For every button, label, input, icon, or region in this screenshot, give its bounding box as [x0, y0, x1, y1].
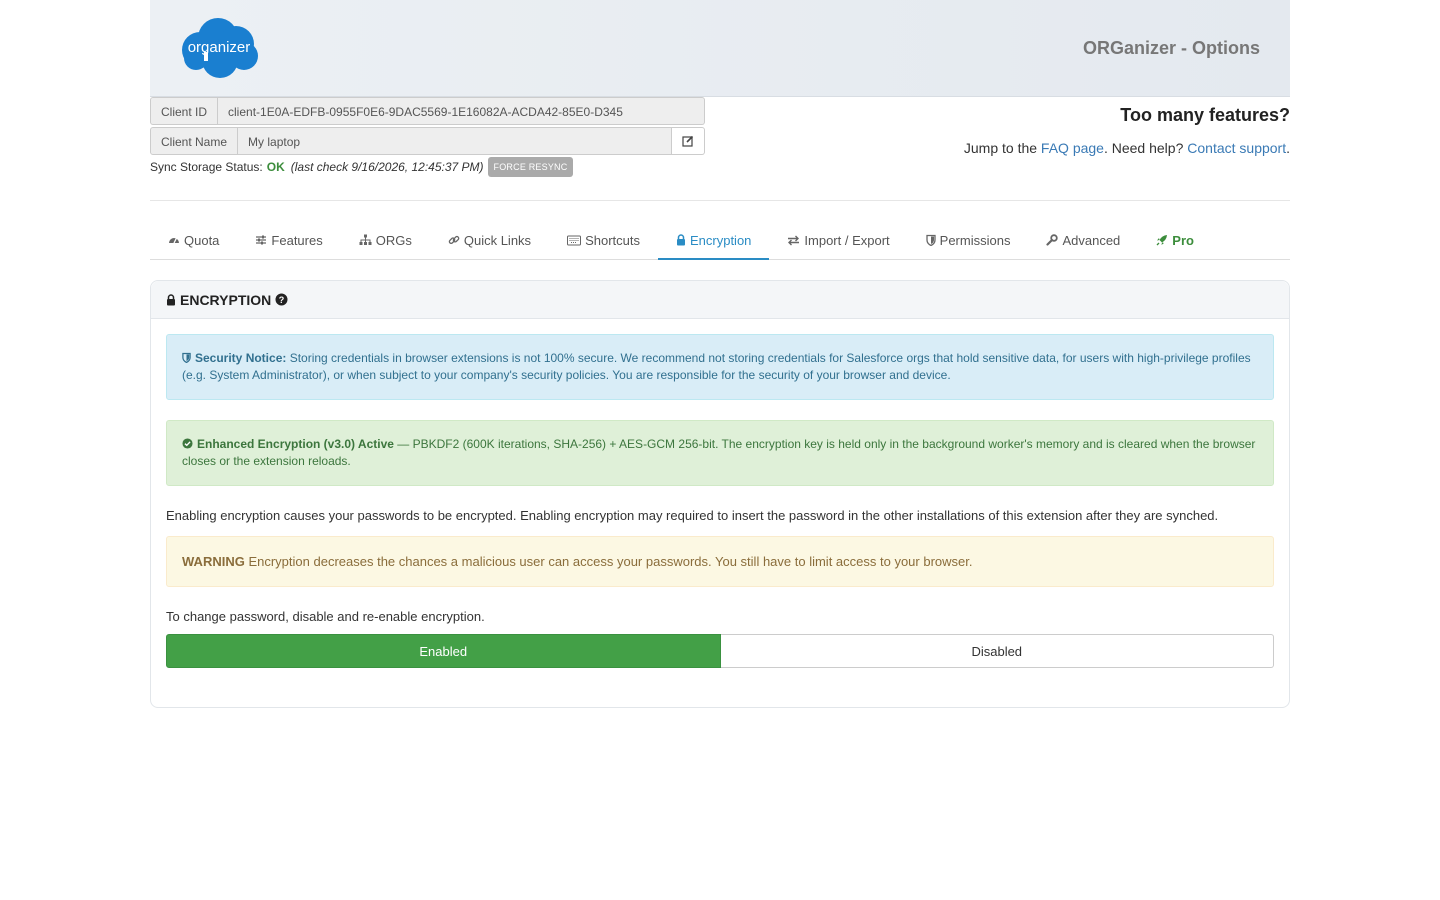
warning-alert: WARNING Encryption decreases the chances… — [166, 536, 1274, 587]
help-text: Jump to the FAQ page. Need help? Contact… — [964, 140, 1290, 156]
header: organizer ORGanizer - Options — [150, 0, 1290, 97]
divider — [150, 200, 1290, 201]
tab-permissions[interactable]: Permissions — [908, 222, 1029, 258]
security-notice-label: Security Notice: — [195, 351, 287, 365]
tab-quota[interactable]: Quota — [150, 222, 237, 258]
client-name-field[interactable]: My laptop — [238, 127, 672, 155]
link-icon — [448, 234, 460, 246]
edit-icon — [682, 135, 694, 147]
enhanced-label: Enhanced Encryption (v3.0) Active — [197, 437, 394, 451]
security-notice: Security Notice: Storing credentials in … — [166, 334, 1274, 400]
encryption-description: Enabling encryption causes your password… — [166, 508, 1219, 523]
dashboard-icon — [168, 234, 180, 246]
shield-icon — [182, 352, 191, 363]
contact-support-link[interactable]: Contact support — [1187, 140, 1286, 156]
sliders-icon — [255, 234, 267, 246]
help-box: Too many features? Jump to the FAQ page.… — [964, 105, 1290, 156]
encryption-panel: ENCRYPTION ? Security Notice: Storing cr… — [150, 280, 1290, 708]
client-name-label: Client Name — [150, 127, 239, 155]
tab-advanced[interactable]: Advanced — [1028, 222, 1138, 258]
tab-label: Features — [271, 232, 323, 248]
sync-status-value: OK — [266, 160, 285, 174]
disabled-button[interactable]: Disabled — [720, 634, 1274, 668]
lock-icon — [676, 234, 686, 246]
tab-encryption[interactable]: Encryption — [657, 222, 770, 260]
tab-bar: Quota Features ORGs Quick Links Shortcut… — [150, 222, 1290, 260]
tab-label: Pro — [1172, 232, 1194, 248]
edit-client-name-button[interactable] — [672, 127, 705, 155]
encryption-toggle: Enabled Disabled — [166, 634, 1274, 668]
exchange-icon — [787, 235, 800, 246]
client-id-label: Client ID — [150, 97, 219, 125]
tab-label: Quota — [184, 232, 220, 248]
warning-label: WARNING — [182, 554, 245, 569]
svg-text:?: ? — [279, 295, 285, 305]
tab-label: Encryption — [689, 232, 752, 248]
sync-status: Sync Storage Status: OK (last check 9/16… — [150, 157, 705, 177]
tab-orgs[interactable]: ORGs — [341, 222, 430, 258]
client-id-group: Client ID client-1E0A-EDFB-0955F0E6-9DAC… — [150, 97, 705, 125]
client-id-field[interactable]: client-1E0A-EDFB-0955F0E6-9DAC5569-1E160… — [218, 97, 705, 125]
tab-import-export[interactable]: Import / Export — [769, 222, 907, 258]
panel-heading: ENCRYPTION ? — [151, 281, 1289, 319]
client-name-group: Client Name My laptop — [150, 127, 705, 155]
tab-quick-links[interactable]: Quick Links — [430, 222, 549, 258]
check-circle-icon — [182, 438, 193, 449]
help-end: . — [1286, 140, 1290, 156]
tab-label: Quick Links — [463, 232, 532, 248]
client-info: Client ID client-1E0A-EDFB-0955F0E6-9DAC… — [150, 97, 705, 177]
tab-label: Shortcuts — [585, 232, 640, 248]
panel-body: Security Notice: Storing credentials in … — [151, 319, 1289, 683]
enabled-button[interactable]: Enabled — [166, 634, 721, 668]
enhanced-encryption-notice: Enhanced Encryption (v3.0) Active — PBKD… — [166, 420, 1274, 486]
change-password-hint: To change password, disable and re-enabl… — [166, 609, 485, 624]
sitemap-icon — [359, 234, 372, 246]
keyboard-icon — [567, 235, 582, 246]
tab-label: Permissions — [939, 232, 1011, 248]
wrench-icon — [1046, 234, 1059, 246]
faq-link[interactable]: FAQ page — [1041, 140, 1104, 156]
question-circle-icon[interactable]: ? — [275, 293, 288, 306]
svg-text:organizer: organizer — [188, 39, 251, 56]
tab-features[interactable]: Features — [237, 222, 340, 258]
tab-label: Import / Export — [804, 232, 890, 248]
security-notice-text: Storing credentials in browser extension… — [182, 351, 1251, 382]
page-title: ORGanizer - Options — [1082, 38, 1260, 58]
tab-pro[interactable]: Pro — [1138, 222, 1212, 258]
rocket-icon — [1156, 234, 1168, 246]
tab-label: Advanced — [1062, 232, 1121, 248]
lock-icon — [167, 293, 175, 305]
help-prefix: Jump to the — [963, 140, 1041, 156]
panel-title: ENCRYPTION — [180, 291, 272, 308]
help-middle: . Need help? — [1103, 140, 1188, 156]
force-resync-button[interactable]: FORCE RESYNC — [487, 157, 574, 177]
sync-label: Sync Storage Status: — [150, 160, 263, 174]
warning-text: Encryption decreases the chances a malic… — [244, 554, 973, 569]
sync-last-check: (last check 9/16/2026, 12:45:37 PM) — [290, 160, 484, 174]
tab-shortcuts[interactable]: Shortcuts — [549, 222, 658, 258]
organizer-logo: organizer — [182, 18, 258, 78]
help-heading: Too many features? — [1120, 105, 1290, 125]
shield-icon — [926, 234, 936, 246]
tab-label: ORGs — [375, 232, 412, 248]
